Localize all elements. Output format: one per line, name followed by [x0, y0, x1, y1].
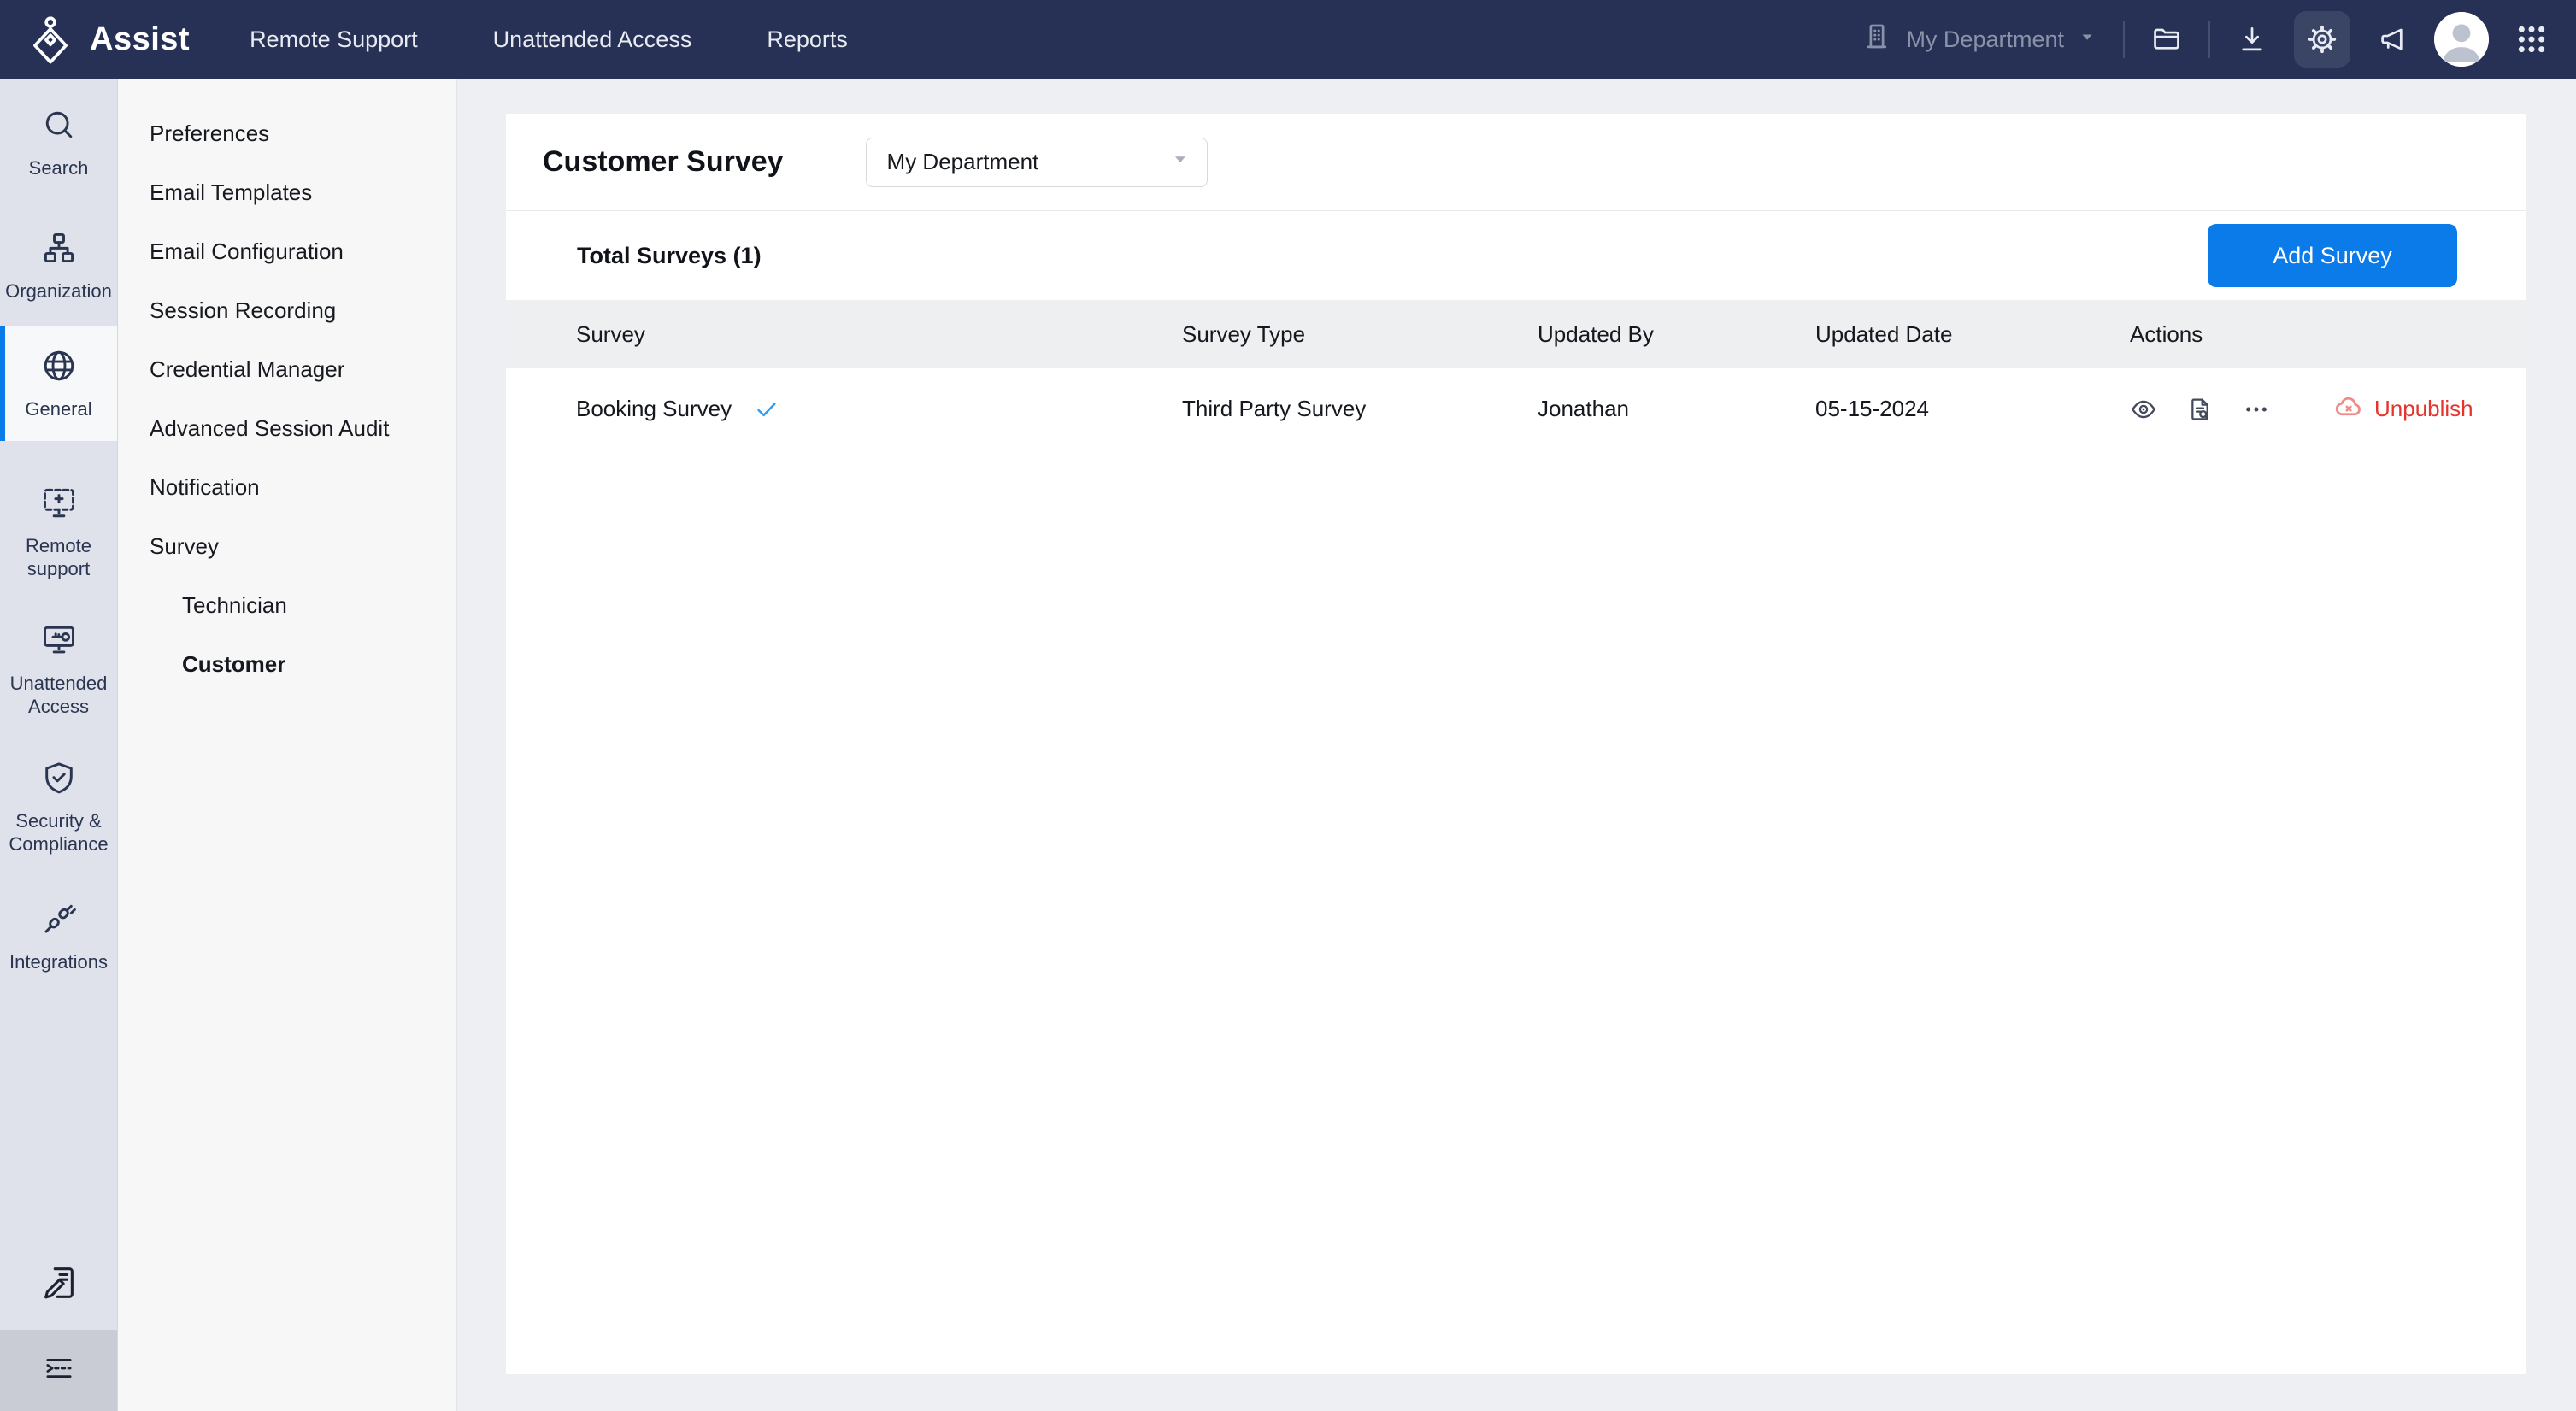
menu-item-preferences[interactable]: Preferences: [118, 104, 456, 163]
menu-item-session-recording[interactable]: Session Recording: [118, 281, 456, 340]
add-survey-button[interactable]: Add Survey: [2208, 224, 2457, 287]
customer-survey-panel: Customer Survey My Department Total Surv…: [506, 114, 2526, 1374]
topbar-divider: [2123, 21, 2125, 58]
apps-grid-button[interactable]: [2514, 22, 2549, 56]
sidebar-item-label: Remote support: [4, 534, 113, 580]
avatar[interactable]: [2434, 12, 2489, 67]
actions-cell: Unpublish: [2130, 391, 2526, 427]
collapse-menu-icon: [41, 1350, 77, 1390]
unpublish-label: Unpublish: [2374, 396, 2473, 422]
total-surveys-label: Total Surveys (1): [577, 243, 762, 269]
updated-date: 05-15-2024: [1815, 396, 2130, 422]
chevron-down-icon: [1169, 148, 1191, 176]
published-check-icon: [754, 397, 779, 422]
nav-unattended-access[interactable]: Unattended Access: [493, 26, 692, 53]
menu-item-email-templates[interactable]: Email Templates: [118, 163, 456, 222]
monitor-plus-icon: [40, 484, 78, 526]
brand[interactable]: Assist: [26, 15, 190, 64]
unpublish-button[interactable]: Unpublish: [2333, 391, 2473, 427]
col-updated-date: Updated Date: [1815, 321, 2130, 348]
sidebar-item-remote-support[interactable]: Remote support: [0, 470, 117, 594]
nav-remote-support[interactable]: Remote Support: [250, 26, 418, 53]
top-navigation: Remote Support Unattended Access Reports: [250, 26, 848, 53]
col-survey-type: Survey Type: [1182, 321, 1538, 348]
sidebar-item-label: Organization: [5, 279, 112, 303]
brand-name: Assist: [90, 21, 190, 58]
menu-item-survey-technician[interactable]: Technician: [118, 576, 456, 635]
nav-reports[interactable]: Reports: [767, 26, 848, 53]
table-header: Survey Survey Type Updated By Updated Da…: [506, 300, 2526, 368]
globe-icon: [40, 347, 78, 390]
survey-toolbar: Total Surveys (1) Add Survey: [506, 211, 2526, 300]
sidebar-item-organization[interactable]: Organization: [0, 215, 117, 316]
settings-menu: Preferences Email Templates Email Config…: [118, 79, 457, 1411]
sidebar-item-label: Unattended Access: [4, 672, 113, 718]
settings-gear-button[interactable]: [2294, 11, 2350, 68]
col-survey: Survey: [576, 321, 1182, 348]
menu-item-survey-customer[interactable]: Customer: [118, 635, 456, 694]
megaphone-button[interactable]: [2376, 23, 2408, 56]
sidebar-item-integrations[interactable]: Integrations: [0, 886, 117, 987]
sidebar-item-general[interactable]: General: [0, 326, 117, 441]
sidebar-item-label: Security & Compliance: [4, 809, 113, 855]
collapse-menu-button[interactable]: [0, 1330, 117, 1411]
monitor-key-icon: [40, 621, 78, 664]
sidebar-item-label: Search: [29, 156, 89, 179]
report-search-button[interactable]: [2186, 396, 2214, 423]
sidebar-item-unattended-access[interactable]: Unattended Access: [0, 608, 117, 732]
shield-check-icon: [40, 759, 78, 802]
topbar-divider: [2208, 21, 2210, 58]
assist-logo-icon: [26, 15, 75, 64]
feedback-note-button[interactable]: [0, 1263, 117, 1307]
plug-icon: [40, 900, 78, 943]
cloud-unpublish-icon: [2333, 391, 2364, 427]
more-ellipsis-button[interactable]: [2243, 396, 2270, 423]
download-button[interactable]: [2236, 23, 2268, 56]
col-updated-by: Updated By: [1538, 321, 1815, 348]
menu-item-notification[interactable]: Notification: [118, 458, 456, 517]
menu-item-survey[interactable]: Survey: [118, 517, 456, 576]
layout: Search Organization: [0, 79, 2576, 1411]
sidebar-item-search[interactable]: Search: [0, 92, 117, 193]
department-dropdown[interactable]: My Department: [866, 138, 1208, 187]
building-icon: [1861, 21, 1893, 59]
menu-item-credential-manager[interactable]: Credential Manager: [118, 340, 456, 399]
sidebar-item-label: General: [25, 397, 91, 420]
topbar-right: My Department: [1861, 11, 2576, 68]
table-row: Booking Survey Third Party Survey Jonath…: [506, 368, 2526, 450]
department-dropdown-value: My Department: [887, 149, 1039, 175]
department-selector-value: My Department: [1906, 26, 2064, 53]
sidebar-item-security-compliance[interactable]: Security & Compliance: [0, 745, 117, 869]
folder-button[interactable]: [2150, 23, 2183, 56]
topbar: Assist Remote Support Unattended Access …: [0, 0, 2576, 79]
icon-sidebar: Search Organization: [0, 79, 118, 1411]
caret-down-icon: [2077, 26, 2097, 53]
survey-name[interactable]: Booking Survey: [576, 396, 732, 422]
department-selector[interactable]: My Department: [1861, 21, 2097, 59]
updated-by: Jonathan: [1538, 396, 1815, 422]
feedback-note-icon: [39, 1263, 79, 1307]
org-chart-icon: [40, 229, 78, 272]
menu-item-advanced-session-audit[interactable]: Advanced Session Audit: [118, 399, 456, 458]
panel-header: Customer Survey My Department: [506, 114, 2526, 211]
col-actions: Actions: [2130, 321, 2526, 348]
survey-type: Third Party Survey: [1182, 396, 1538, 422]
sidebar-item-label: Integrations: [9, 950, 108, 973]
menu-item-email-configuration[interactable]: Email Configuration: [118, 222, 456, 281]
search-icon: [40, 106, 78, 149]
page-title: Customer Survey: [543, 145, 784, 179]
preview-eye-button[interactable]: [2130, 396, 2157, 423]
main-content: Customer Survey My Department Total Surv…: [457, 79, 2576, 1411]
app-window: Assist Remote Support Unattended Access …: [0, 0, 2576, 1411]
